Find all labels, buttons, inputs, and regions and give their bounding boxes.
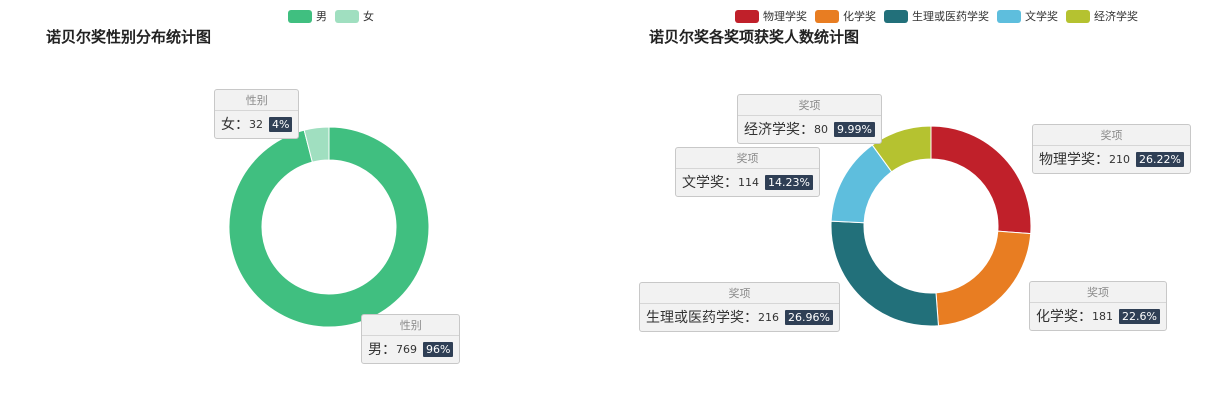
data-label-tooltip: 性别女： 32 4% (214, 89, 300, 139)
tooltip-value: 114 (738, 175, 759, 189)
tooltip-value: 769 (396, 342, 417, 356)
tooltip-value: 80 (814, 122, 828, 136)
prize-chart-panel: 诺贝尔奖各奖项获奖人数统计图 物理学奖 化学奖 生理或医药学奖 文学奖 经济学奖 奖项物… (615, 0, 1229, 415)
tooltip-percent: 96% (423, 341, 454, 357)
tooltip-percent: 14.23% (765, 174, 813, 190)
prize-donut-slice[interactable] (830, 220, 939, 327)
tooltip-name: 物理学奖： (1039, 152, 1109, 168)
tooltip-percent: 9.99% (834, 121, 875, 137)
tooltip-name: 男： (368, 342, 396, 358)
tooltip-name: 经济学奖： (744, 122, 814, 138)
tooltip-header: 性别 (215, 90, 299, 111)
tooltip-header: 性别 (362, 315, 460, 336)
data-label-tooltip: 奖项化学奖： 181 22.6% (1029, 281, 1167, 331)
tooltip-header: 奖项 (676, 148, 819, 169)
data-label-tooltip: 奖项文学奖： 114 14.23% (675, 147, 820, 197)
tooltip-name: 生理或医药学奖： (646, 310, 758, 326)
tooltip-header: 奖项 (640, 283, 839, 304)
tooltip-value: 181 (1092, 309, 1113, 323)
prize-donut-chart (830, 125, 1032, 327)
tooltip-percent: 22.6% (1119, 308, 1160, 324)
gender-donut-chart (228, 126, 430, 328)
tooltip-value: 210 (1109, 152, 1130, 166)
data-label-tooltip: 奖项生理或医药学奖： 216 26.96% (639, 282, 840, 332)
tooltip-percent: 26.96% (785, 309, 833, 325)
tooltip-name: 文学奖： (682, 175, 738, 191)
tooltip-header: 奖项 (738, 95, 881, 116)
data-label-tooltip: 奖项经济学奖： 80 9.99% (737, 94, 882, 144)
prize-donut-slice[interactable] (930, 125, 1032, 235)
tooltip-percent: 4% (269, 116, 293, 132)
tooltip-header: 奖项 (1030, 282, 1166, 303)
data-label-tooltip: 奖项物理学奖： 210 26.22% (1032, 124, 1191, 174)
data-label-tooltip: 性别男： 769 96% (361, 314, 461, 364)
gender-chart-panel: 诺贝尔奖性别分布统计图 男女 性别 男： 769 96% 性别 女： 32 4% (0, 0, 615, 415)
tooltip-value: 216 (758, 310, 779, 324)
tooltip-percent: 26.22% (1136, 151, 1184, 167)
tooltip-name: 化学奖： (1036, 309, 1092, 325)
tooltip-name: 女： (221, 117, 249, 133)
tooltip-header: 奖项 (1033, 125, 1190, 146)
tooltip-value: 32 (249, 117, 263, 131)
prize-donut-slice[interactable] (935, 230, 1032, 327)
